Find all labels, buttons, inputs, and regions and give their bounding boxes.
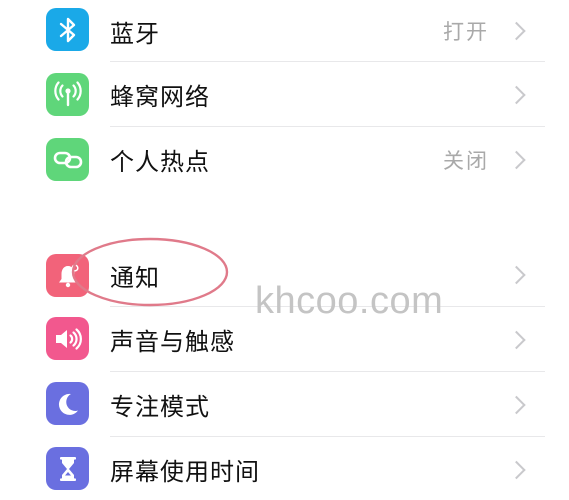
moon-focus-icon	[46, 382, 89, 425]
settings-row-label: 声音与触感	[110, 328, 235, 356]
settings-row-cellular[interactable]: 蜂窝网络	[0, 62, 569, 127]
settings-row-label: 个人热点	[110, 148, 210, 176]
cellular-antenna-icon	[46, 73, 89, 116]
speaker-sound-icon	[46, 317, 89, 360]
settings-row-label: 屏幕使用时间	[110, 458, 260, 486]
notification-bell-icon	[46, 254, 89, 297]
settings-row-value: 打开	[443, 20, 489, 44]
settings-row-value: 关闭	[443, 148, 489, 173]
chevron-right-icon	[507, 150, 526, 169]
settings-row-focus[interactable]: 专注模式	[0, 372, 569, 437]
settings-row-label: 专注模式	[110, 393, 210, 421]
settings-row-notifications[interactable]: 通知	[0, 243, 569, 307]
chevron-right-icon	[507, 85, 526, 104]
settings-group-connectivity: 蓝牙 打开 蜂窝网络 个人热点 关闭	[0, 0, 569, 192]
chevron-right-icon	[507, 21, 526, 41]
settings-group-notifications: 通知 声音与触感 专注模式 屏幕使用时间	[0, 243, 569, 500]
settings-row-hotspot[interactable]: 个人热点 关闭	[0, 127, 569, 192]
chevron-right-icon	[507, 330, 526, 349]
settings-row-sounds-haptics[interactable]: 声音与触感	[0, 307, 569, 372]
settings-row-label: 通知	[110, 263, 160, 292]
bluetooth-icon	[46, 8, 89, 51]
settings-row-label: 蓝牙	[110, 19, 160, 48]
hourglass-icon	[46, 447, 89, 490]
settings-row-label: 蜂窝网络	[110, 83, 210, 111]
chevron-right-icon	[507, 395, 526, 414]
settings-row-bluetooth[interactable]: 蓝牙 打开	[0, 0, 569, 62]
settings-row-screen-time[interactable]: 屏幕使用时间	[0, 437, 569, 500]
chevron-right-icon	[507, 460, 526, 479]
chevron-right-icon	[507, 265, 526, 285]
hotspot-link-icon	[46, 138, 89, 181]
settings-screen: 蓝牙 打开 蜂窝网络 个人热点 关闭 通知 声音与触感 专注模式 屏幕使用时间 …	[0, 0, 569, 500]
